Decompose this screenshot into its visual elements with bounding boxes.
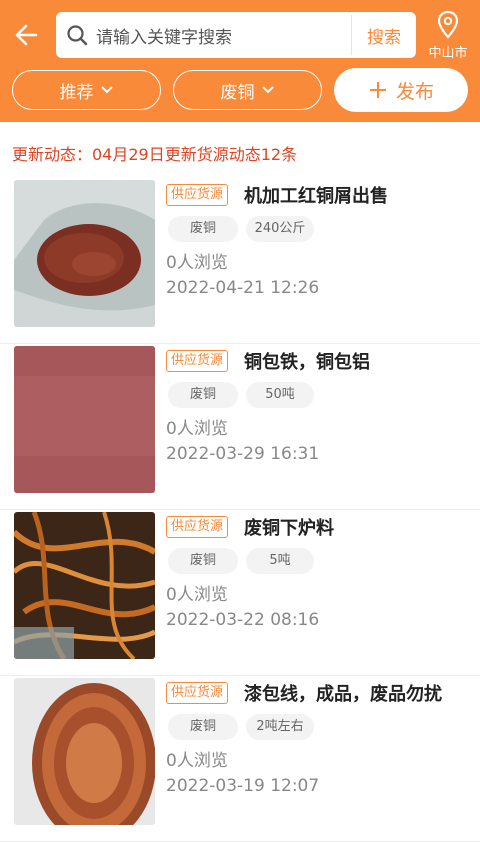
search-box[interactable]: 请输入关键字搜索 搜索 (56, 12, 416, 58)
publish-label: 发布 (395, 80, 434, 103)
category-chip: 废铜 (168, 714, 238, 740)
location-selector[interactable]: 中山市 (422, 10, 474, 61)
header-bar: 请输入关键字搜索 搜索 中山市 推荐 废铜 发布 (0, 0, 480, 122)
chevron-down-icon (100, 86, 113, 94)
post-time: 2022-03-19 12:07 (166, 776, 320, 796)
list-item[interactable]: 供应货源 铜包铁，铜包铝 废铜 50吨 0人浏览 2022-03-29 16:3… (0, 344, 480, 510)
listing-image (14, 346, 155, 493)
supply-tag: 供应货源 (166, 184, 229, 206)
supply-tag: 供应货源 (166, 516, 229, 538)
quantity-chip: 2吨左右 (246, 714, 314, 740)
listing-image (14, 678, 155, 825)
quantity-chip: 5吨 (246, 548, 314, 574)
listing-list: 供应货源 机加工红铜屑出售 废铜 240公斤 0人浏览 2022-04-21 1… (0, 178, 480, 842)
list-item[interactable]: 供应货源 机加工红铜屑出售 废铜 240公斤 0人浏览 2022-04-21 1… (0, 178, 480, 344)
search-button[interactable]: 搜索 (352, 23, 416, 48)
chevron-down-icon (261, 86, 274, 94)
post-time: 2022-03-29 16:31 (166, 444, 320, 464)
category-chip: 废铜 (168, 548, 238, 574)
search-input[interactable]: 请输入关键字搜索 (96, 23, 351, 48)
view-count: 0人浏览 (166, 253, 228, 273)
filter-category-label: 废铜 (220, 82, 255, 103)
post-time: 2022-04-21 12:26 (166, 278, 320, 298)
category-chip: 废铜 (168, 216, 238, 242)
supply-tag: 供应货源 (166, 682, 229, 704)
listing-image (14, 180, 155, 327)
view-count: 0人浏览 (166, 419, 228, 439)
supply-tag: 供应货源 (166, 350, 229, 372)
filter-sort-dropdown[interactable]: 推荐 (12, 70, 161, 110)
quantity-chip: 240公斤 (246, 216, 314, 242)
view-count: 0人浏览 (166, 585, 228, 605)
plus-icon (369, 82, 386, 98)
listing-title: 机加工红铜屑出售 (244, 186, 388, 207)
list-item[interactable]: 供应货源 漆包线，成品，废品勿扰 废铜 2吨左右 0人浏览 2022-03-19… (0, 676, 480, 842)
update-notice: 更新动态：04月29日更新货源动态12条 (12, 145, 298, 164)
listing-title: 铜包铁，铜包铝 (244, 352, 370, 373)
filter-category-dropdown[interactable]: 废铜 (173, 70, 322, 110)
filter-sort-label: 推荐 (59, 82, 94, 103)
back-arrow-icon[interactable] (10, 18, 44, 52)
location-pin-icon (437, 10, 459, 39)
category-chip: 废铜 (168, 382, 238, 408)
post-time: 2022-03-22 08:16 (166, 610, 320, 630)
publish-button[interactable]: 发布 (334, 68, 468, 112)
listing-image (14, 512, 155, 659)
listing-title: 漆包线，成品，废品勿扰 (244, 684, 442, 705)
quantity-chip: 50吨 (246, 382, 314, 408)
city-label: 中山市 (428, 46, 468, 61)
listing-title: 废铜下炉料 (244, 518, 334, 539)
list-item[interactable]: 供应货源 废铜下炉料 废铜 5吨 0人浏览 2022-03-22 08:16 (0, 510, 480, 676)
search-icon (67, 25, 88, 46)
view-count: 0人浏览 (166, 751, 228, 771)
